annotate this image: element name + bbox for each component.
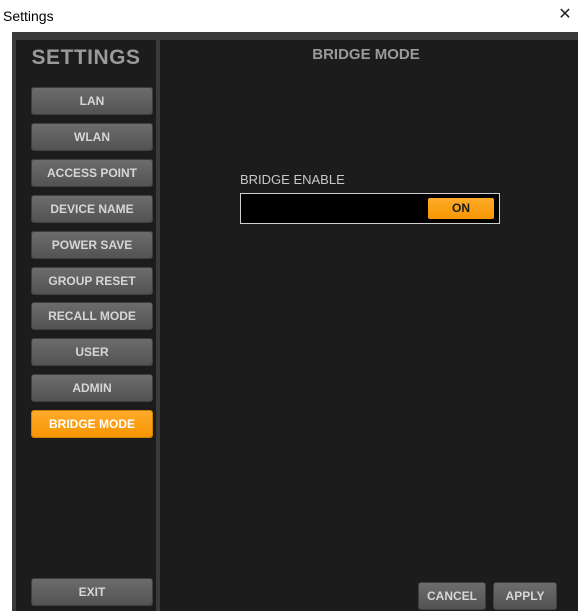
main-panel: BRIDGE MODE BRIDGE ENABLE ON CANCEL APPL… [160, 40, 578, 611]
sidebar: SETTINGS LAN WLAN ACCESS POINT DEVICE NA… [16, 40, 156, 611]
bridge-enable-label: BRIDGE ENABLE [240, 172, 345, 187]
sidebar-item-device-name[interactable]: DEVICE NAME [31, 195, 153, 223]
sidebar-item-recall-mode[interactable]: RECALL MODE [31, 302, 153, 330]
sidebar-item-access-point[interactable]: ACCESS POINT [31, 159, 153, 187]
sidebar-item-group-reset[interactable]: GROUP RESET [31, 267, 153, 295]
cancel-button[interactable]: CANCEL [418, 582, 486, 610]
sidebar-item-user[interactable]: USER [31, 338, 153, 366]
exit-button[interactable]: EXIT [31, 578, 153, 606]
close-icon[interactable]: ✕ [556, 5, 574, 25]
title-bar: Settings ✕ [0, 0, 578, 32]
sidebar-item-power-save[interactable]: POWER SAVE [31, 231, 153, 259]
sidebar-item-lan[interactable]: LAN [31, 87, 153, 115]
sidebar-item-admin[interactable]: ADMIN [31, 374, 153, 402]
settings-window: Settings ✕ SETTINGS LAN WLAN ACCESS POIN… [0, 0, 578, 611]
apply-button[interactable]: APPLY [493, 582, 557, 610]
settings-client-area: SETTINGS LAN WLAN ACCESS POINT DEVICE NA… [12, 32, 578, 611]
sidebar-item-bridge-mode[interactable]: BRIDGE MODE [31, 410, 153, 438]
bridge-enable-toggle[interactable]: ON [428, 198, 494, 219]
page-title: BRIDGE MODE [312, 46, 420, 63]
sidebar-item-wlan[interactable]: WLAN [31, 123, 153, 151]
sidebar-title: SETTINGS [31, 46, 141, 69]
window-title: Settings [3, 8, 54, 24]
bridge-enable-field: ON [240, 193, 500, 224]
